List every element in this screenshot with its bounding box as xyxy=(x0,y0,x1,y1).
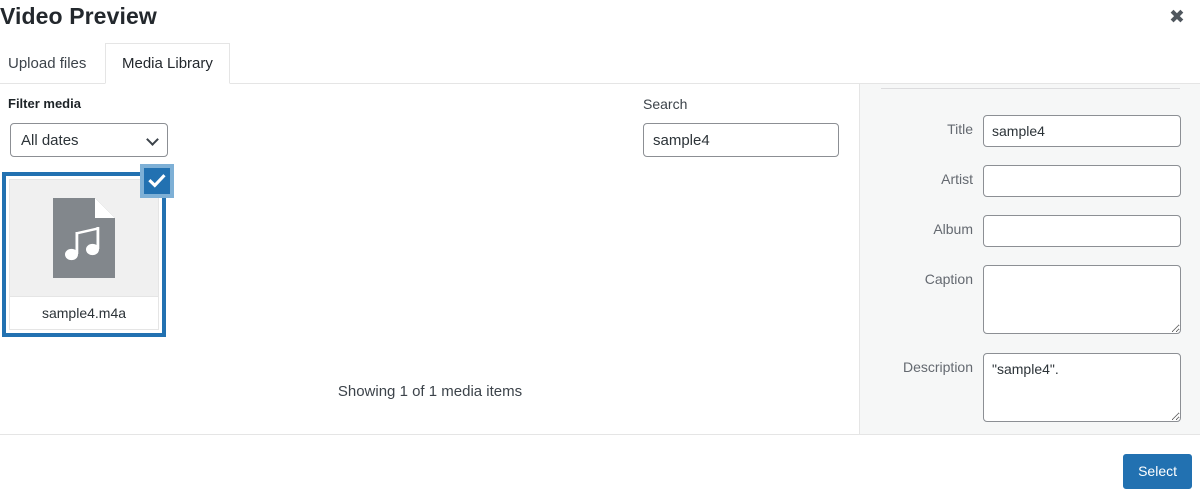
media-modal: Video Preview ✖ Upload files Media Libra… xyxy=(0,0,1200,501)
artist-label: Artist xyxy=(941,171,973,187)
tab-media-library[interactable]: Media Library xyxy=(105,43,230,84)
page-title: Video Preview xyxy=(0,3,157,29)
caption-field[interactable] xyxy=(983,265,1181,334)
album-label: Album xyxy=(933,221,973,237)
select-button[interactable]: Select xyxy=(1123,454,1192,489)
footer-divider xyxy=(0,434,1200,435)
filter-media-label: Filter media xyxy=(8,96,81,111)
sidebar-divider xyxy=(881,88,1180,89)
media-thumbnail: sample4.m4a xyxy=(9,164,174,330)
selection-checkbox[interactable] xyxy=(140,164,174,198)
field-row-description: Description "sample4". xyxy=(860,353,1200,422)
field-row-title: Title xyxy=(860,115,1200,147)
description-field[interactable]: "sample4". xyxy=(983,353,1181,422)
tab-upload-files[interactable]: Upload files xyxy=(0,43,102,84)
title-field[interactable] xyxy=(983,115,1181,147)
album-field[interactable] xyxy=(983,215,1181,247)
description-label: Description xyxy=(902,359,973,375)
artist-field[interactable] xyxy=(983,165,1181,197)
audio-file-icon xyxy=(10,180,158,296)
tab-bar: Upload files Media Library xyxy=(0,43,1200,84)
media-filename: sample4.m4a xyxy=(10,296,158,329)
field-row-album: Album xyxy=(860,215,1200,247)
caption-label: Caption xyxy=(924,271,973,287)
field-row-caption: Caption xyxy=(860,265,1200,334)
title-label: Title xyxy=(947,121,973,137)
media-count-status: Showing 1 of 1 media items xyxy=(337,383,523,400)
search-label: Search xyxy=(643,96,688,112)
field-row-artist: Artist xyxy=(860,165,1200,197)
attachment-details-sidebar: Title Artist Album Caption Description "… xyxy=(859,84,1200,434)
close-icon[interactable]: ✖ xyxy=(1160,2,1194,32)
date-filter-select[interactable]: All dates xyxy=(10,123,168,157)
media-item-sample4[interactable]: sample4.m4a xyxy=(2,164,174,337)
date-filter-wrap: All dates xyxy=(10,123,168,157)
search-input[interactable] xyxy=(643,123,839,157)
